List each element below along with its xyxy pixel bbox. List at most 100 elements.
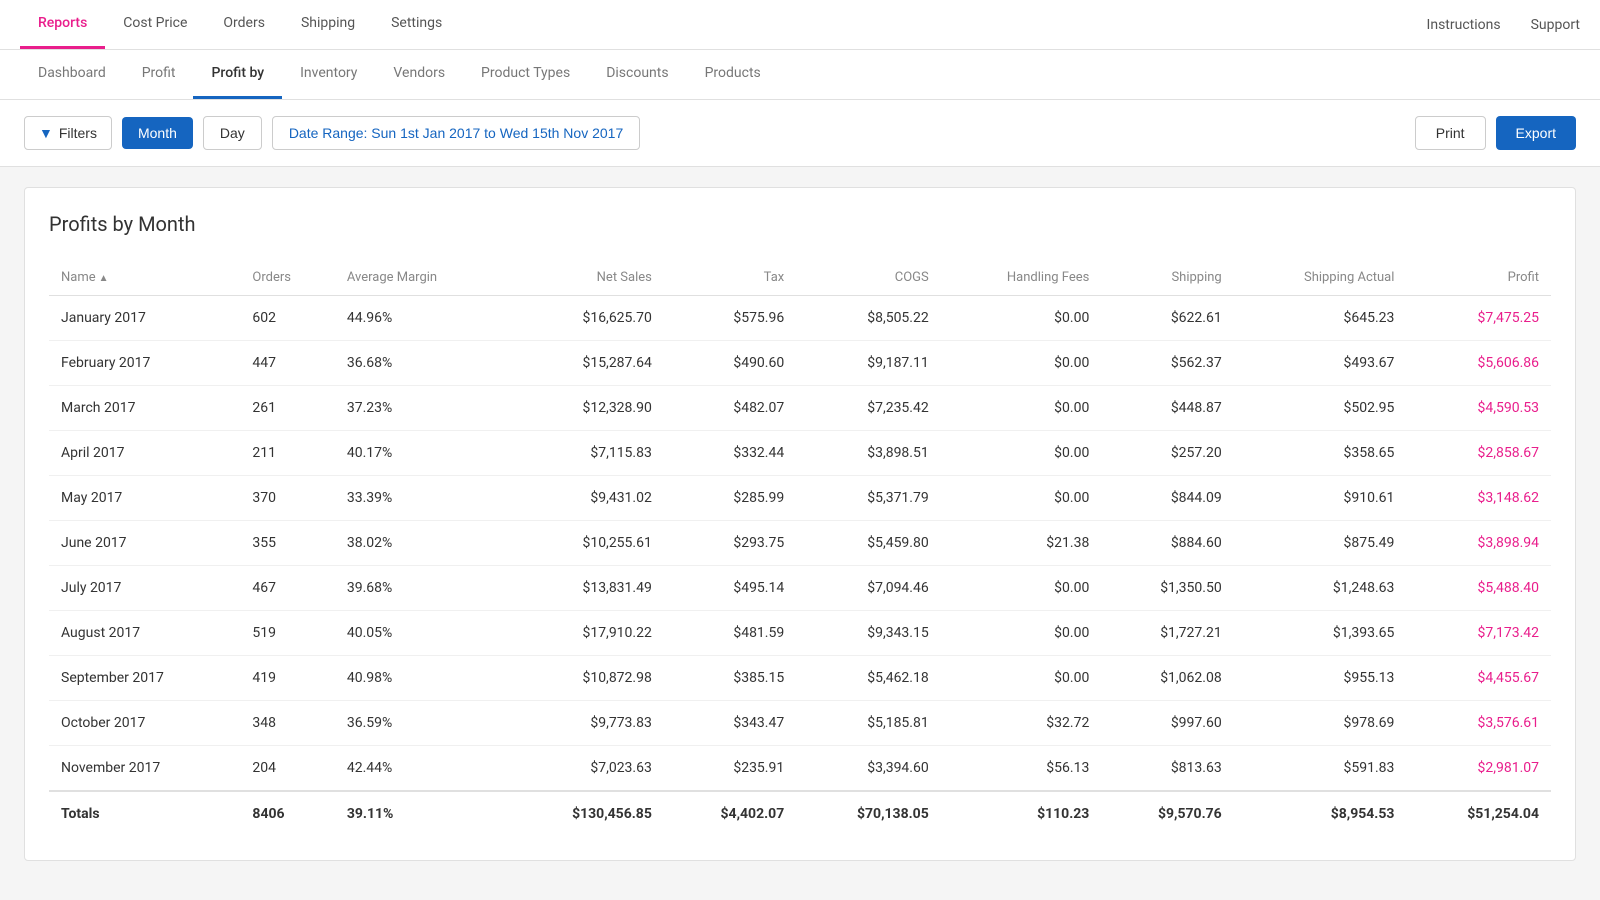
cell-10-tax: $235.91	[664, 746, 796, 792]
sub-tab-discounts[interactable]: Discounts	[588, 50, 686, 99]
cell-0-cogs: $8,505.22	[796, 296, 941, 341]
cell-2-avg-margin: 37.23%	[335, 386, 507, 431]
filter-icon: ▼	[39, 125, 53, 141]
table-row: November 201720442.44%$7,023.63$235.91$3…	[49, 746, 1551, 792]
cell-10-avg-margin: 42.44%	[335, 746, 507, 792]
cell-4-avg-margin: 33.39%	[335, 476, 507, 521]
cell-1-profit: $5,606.86	[1406, 341, 1551, 386]
cell-7-handling-fees: $0.00	[941, 611, 1102, 656]
sub-tab-profit-by[interactable]: Profit by	[193, 50, 282, 99]
cell-2-handling-fees: $0.00	[941, 386, 1102, 431]
cell-4-tax: $285.99	[664, 476, 796, 521]
day-button[interactable]: Day	[203, 116, 262, 150]
top-nav-tab-reports[interactable]: Reports	[20, 0, 105, 49]
cell-2-shipping-actual: $502.95	[1234, 386, 1407, 431]
cell-6-net-sales: $13,831.49	[507, 566, 664, 611]
cell-10-shipping-actual: $591.83	[1234, 746, 1407, 792]
cell-0-orders: 602	[240, 296, 334, 341]
cell-6-cogs: $7,094.46	[796, 566, 941, 611]
totals-cell-orders: 8406	[240, 791, 334, 836]
cell-9-handling-fees: $32.72	[941, 701, 1102, 746]
print-button[interactable]: Print	[1415, 116, 1486, 150]
cell-4-name: May 2017	[49, 476, 240, 521]
cell-5-cogs: $5,459.80	[796, 521, 941, 566]
sub-tab-products[interactable]: Products	[687, 50, 779, 99]
cell-3-net-sales: $7,115.83	[507, 431, 664, 476]
cell-7-orders: 519	[240, 611, 334, 656]
top-nav-tab-orders[interactable]: Orders	[205, 0, 283, 49]
cell-0-net-sales: $16,625.70	[507, 296, 664, 341]
totals-cell-tax: $4,402.07	[664, 791, 796, 836]
cell-6-tax: $495.14	[664, 566, 796, 611]
cell-8-tax: $385.15	[664, 656, 796, 701]
cell-4-orders: 370	[240, 476, 334, 521]
cell-10-shipping: $813.63	[1101, 746, 1233, 792]
cell-4-profit: $3,148.62	[1406, 476, 1551, 521]
top-nav-tab-shipping[interactable]: Shipping	[283, 0, 373, 49]
header-row: Name▲OrdersAverage MarginNet SalesTaxCOG…	[49, 260, 1551, 296]
col-header-cogs: COGS	[796, 260, 941, 296]
sub-tab-product-types[interactable]: Product Types	[463, 50, 588, 99]
table-row: January 201760244.96%$16,625.70$575.96$8…	[49, 296, 1551, 341]
cell-3-cogs: $3,898.51	[796, 431, 941, 476]
col-header-avg-margin: Average Margin	[335, 260, 507, 296]
sub-tab-vendors[interactable]: Vendors	[375, 50, 463, 99]
cell-7-net-sales: $17,910.22	[507, 611, 664, 656]
sub-tab-inventory[interactable]: Inventory	[282, 50, 375, 99]
date-range-button[interactable]: Date Range: Sun 1st Jan 2017 to Wed 15th…	[272, 116, 640, 150]
sub-tab-dashboard[interactable]: Dashboard	[20, 50, 124, 99]
cell-4-cogs: $5,371.79	[796, 476, 941, 521]
cell-7-profit: $7,173.42	[1406, 611, 1551, 656]
cell-5-name: June 2017	[49, 521, 240, 566]
cell-0-tax: $575.96	[664, 296, 796, 341]
sort-icon: ▲	[99, 273, 109, 284]
top-nav-link-support[interactable]: Support	[1531, 17, 1580, 33]
cell-3-name: April 2017	[49, 431, 240, 476]
filters-button[interactable]: ▼ Filters	[24, 116, 112, 150]
col-header-profit: Profit	[1406, 260, 1551, 296]
cell-1-orders: 447	[240, 341, 334, 386]
cell-4-net-sales: $9,431.02	[507, 476, 664, 521]
top-nav-link-instructions[interactable]: Instructions	[1427, 17, 1501, 33]
cell-8-orders: 419	[240, 656, 334, 701]
table-row: July 201746739.68%$13,831.49$495.14$7,09…	[49, 566, 1551, 611]
cell-10-profit: $2,981.07	[1406, 746, 1551, 792]
cell-8-net-sales: $10,872.98	[507, 656, 664, 701]
cell-8-name: September 2017	[49, 656, 240, 701]
top-nav-tab-cost-price[interactable]: Cost Price	[105, 0, 205, 49]
cell-2-cogs: $7,235.42	[796, 386, 941, 431]
cell-3-tax: $332.44	[664, 431, 796, 476]
col-header-name[interactable]: Name▲	[49, 260, 240, 296]
cell-0-avg-margin: 44.96%	[335, 296, 507, 341]
totals-cell-name: Totals	[49, 791, 240, 836]
cell-0-profit: $7,475.25	[1406, 296, 1551, 341]
cell-0-shipping-actual: $645.23	[1234, 296, 1407, 341]
cell-5-profit: $3,898.94	[1406, 521, 1551, 566]
totals-row: Totals840639.11%$130,456.85$4,402.07$70,…	[49, 791, 1551, 836]
cell-6-profit: $5,488.40	[1406, 566, 1551, 611]
cell-10-orders: 204	[240, 746, 334, 792]
cell-1-shipping-actual: $493.67	[1234, 341, 1407, 386]
export-button[interactable]: Export	[1496, 116, 1576, 150]
cell-8-profit: $4,455.67	[1406, 656, 1551, 701]
col-header-orders: Orders	[240, 260, 334, 296]
sub-tab-profit[interactable]: Profit	[124, 50, 194, 99]
cell-9-cogs: $5,185.81	[796, 701, 941, 746]
cell-1-avg-margin: 36.68%	[335, 341, 507, 386]
cell-5-orders: 355	[240, 521, 334, 566]
table-row: February 201744736.68%$15,287.64$490.60$…	[49, 341, 1551, 386]
month-button[interactable]: Month	[122, 117, 193, 149]
table-header: Name▲OrdersAverage MarginNet SalesTaxCOG…	[49, 260, 1551, 296]
col-header-tax: Tax	[664, 260, 796, 296]
cell-0-handling-fees: $0.00	[941, 296, 1102, 341]
cell-8-handling-fees: $0.00	[941, 656, 1102, 701]
cell-4-shipping-actual: $910.61	[1234, 476, 1407, 521]
totals-cell-avg-margin: 39.11%	[335, 791, 507, 836]
cell-5-net-sales: $10,255.61	[507, 521, 664, 566]
cell-1-cogs: $9,187.11	[796, 341, 941, 386]
cell-0-shipping: $622.61	[1101, 296, 1233, 341]
top-nav-left: ReportsCost PriceOrdersShippingSettings	[20, 0, 460, 49]
cell-6-avg-margin: 39.68%	[335, 566, 507, 611]
top-nav-tab-settings[interactable]: Settings	[373, 0, 460, 49]
cell-3-orders: 211	[240, 431, 334, 476]
